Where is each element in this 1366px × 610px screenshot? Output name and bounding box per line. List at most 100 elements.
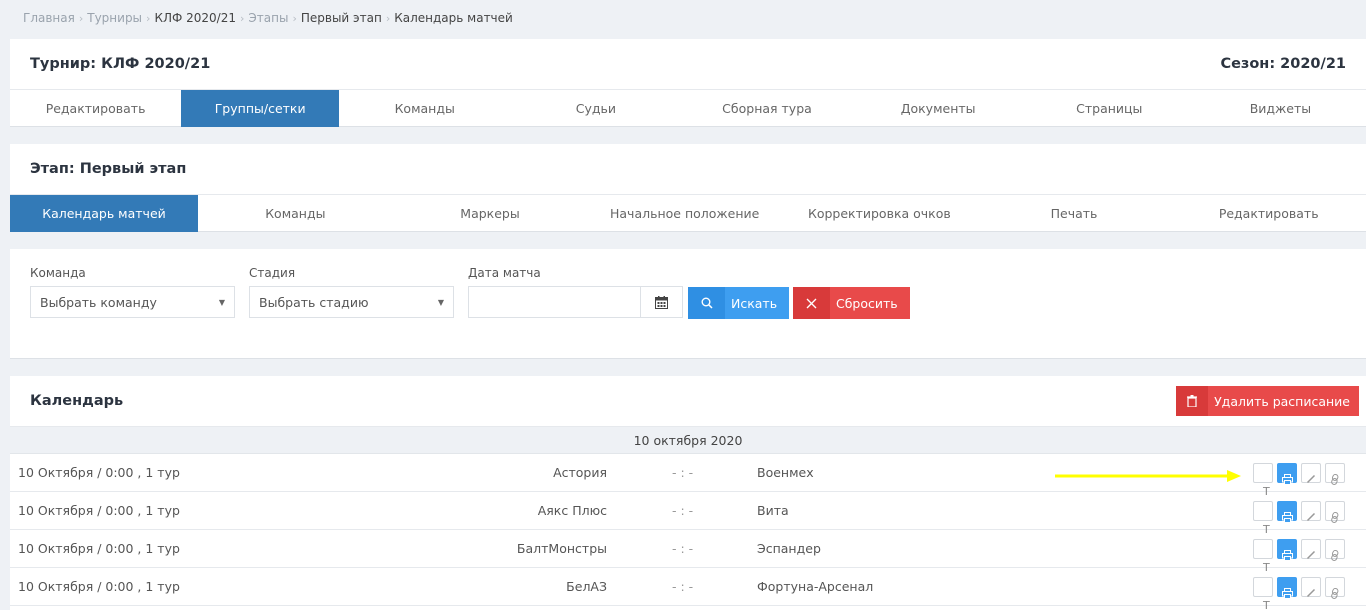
away-team[interactable]: Вита xyxy=(757,503,789,518)
link-icon xyxy=(1330,473,1340,488)
tab-stage-teams[interactable]: Команды xyxy=(198,195,393,232)
chevron-right-icon: › xyxy=(78,12,84,25)
home-team[interactable]: БалтМонстры xyxy=(517,541,607,556)
edit-button[interactable] xyxy=(1301,463,1321,484)
tab-print[interactable]: Печать xyxy=(977,195,1172,232)
tab-stage-edit[interactable]: Редактировать xyxy=(1171,195,1366,232)
print-icon xyxy=(1281,550,1293,564)
link-button[interactable] xyxy=(1325,577,1345,599)
stage-tabs: Календарь матчей Команды Маркеры Начальн… xyxy=(10,195,1366,232)
tab-edit[interactable]: Редактировать xyxy=(10,90,181,127)
stage-card: Этап: Первый этап Календарь матчей Коман… xyxy=(10,144,1366,232)
caret-down-icon: ▼ xyxy=(218,297,225,307)
close-icon xyxy=(793,287,830,319)
tab-teams[interactable]: Команды xyxy=(339,90,510,127)
date-picker xyxy=(468,286,683,318)
match-date: 10 Октября / 0:00 , 1 тур xyxy=(18,503,180,518)
match-score: - : - xyxy=(672,465,694,480)
tab-pages[interactable]: Страницы xyxy=(1024,90,1195,127)
print-button[interactable] xyxy=(1277,463,1297,485)
match-actions: T xyxy=(1253,539,1345,574)
chevron-right-icon: › xyxy=(385,12,391,25)
calendar-button[interactable] xyxy=(640,287,682,317)
breadcrumb-tournament[interactable]: КЛФ 2020/21 xyxy=(154,11,236,25)
annotation-arrow-icon xyxy=(1055,470,1241,482)
edit-icon xyxy=(1306,550,1316,563)
team-filter-label: Команда xyxy=(30,266,86,280)
match-actions: T xyxy=(1253,577,1345,610)
link-button[interactable] xyxy=(1325,539,1345,561)
tab-documents[interactable]: Документы xyxy=(853,90,1024,127)
search-button-label: Искать xyxy=(731,295,778,311)
tab-groups[interactable]: Группы/сетки xyxy=(181,90,340,127)
chevron-right-icon: › xyxy=(292,12,297,25)
season-label: Сезон: 2020/21 xyxy=(1220,56,1346,72)
text-button[interactable]: T xyxy=(1253,539,1273,574)
away-team[interactable]: Эспандер xyxy=(757,541,821,556)
home-team[interactable]: Астория xyxy=(553,465,607,480)
print-icon xyxy=(1281,474,1293,488)
search-icon xyxy=(688,287,725,319)
print-icon xyxy=(1281,512,1293,526)
tab-initial-position[interactable]: Начальное положение xyxy=(587,195,782,232)
match-score: - : - xyxy=(672,503,694,518)
print-icon xyxy=(1281,588,1293,602)
edit-icon xyxy=(1306,512,1316,525)
text-button[interactable]: T xyxy=(1253,463,1273,498)
match-actions: T xyxy=(1253,463,1345,498)
date-group-label: 10 октября 2020 xyxy=(633,432,743,448)
delete-schedule-button[interactable]: Удалить расписание xyxy=(1176,386,1359,416)
search-button[interactable]: Искать xyxy=(688,287,789,319)
team-filter: Команда Выбрать команду ▼ xyxy=(30,266,235,318)
reset-button-label: Сбросить xyxy=(836,295,898,311)
stage-select-value: Выбрать стадию xyxy=(259,294,369,310)
tab-match-calendar[interactable]: Календарь матчей xyxy=(10,195,198,232)
calendar-card: Календарь Удалить расписание 10 октября … xyxy=(10,376,1366,610)
stage-filter-label: Стадия xyxy=(249,266,296,280)
away-team[interactable]: Военмех xyxy=(757,465,814,480)
text-button[interactable]: T xyxy=(1253,577,1273,610)
tab-referees[interactable]: Судьи xyxy=(510,90,681,127)
link-icon xyxy=(1330,511,1340,526)
tournament-card: Турнир: КЛФ 2020/21 Сезон: 2020/21 Редак… xyxy=(10,39,1366,127)
tab-markers[interactable]: Маркеры xyxy=(393,195,588,232)
breadcrumb-stages[interactable]: Этапы xyxy=(248,11,288,25)
home-team[interactable]: БелАЗ xyxy=(566,579,607,594)
breadcrumb-stage[interactable]: Первый этап xyxy=(301,11,382,25)
match-row: 10 Октября / 0:00 , 1 тур Аякс Плюс - : - В… xyxy=(10,492,1366,536)
stage-select[interactable]: Выбрать стадию ▼ xyxy=(249,286,454,318)
match-row: 10 Октября / 0:00 , 1 тур БалтМонстры - : … xyxy=(10,530,1366,574)
edit-button[interactable] xyxy=(1301,577,1321,598)
chevron-right-icon: › xyxy=(240,12,245,25)
away-team[interactable]: Фортуна-Арсенал xyxy=(757,579,873,594)
match-score: - : - xyxy=(672,579,694,594)
calendar-header: Календарь Удалить расписание xyxy=(10,376,1366,427)
breadcrumb-tournaments[interactable]: Турниры xyxy=(87,11,142,25)
date-filter-label: Дата матча xyxy=(468,266,541,280)
tab-points-adjustment[interactable]: Корректировка очков xyxy=(782,195,977,232)
tab-widgets[interactable]: Виджеты xyxy=(1195,90,1366,127)
edit-button[interactable] xyxy=(1301,539,1321,560)
team-select[interactable]: Выбрать команду ▼ xyxy=(30,286,235,318)
link-button[interactable] xyxy=(1325,501,1345,523)
breadcrumb-home[interactable]: Главная xyxy=(23,11,75,25)
print-button[interactable] xyxy=(1277,501,1297,523)
print-button[interactable] xyxy=(1277,539,1297,561)
filter-card: Команда Выбрать команду ▼ Стадия Выбрать… xyxy=(10,249,1366,359)
link-icon xyxy=(1330,549,1340,564)
reset-button[interactable]: Сбросить xyxy=(793,287,910,319)
stage-filter: Стадия Выбрать стадию ▼ xyxy=(249,266,454,318)
match-score: - : - xyxy=(672,541,694,556)
calendar-icon xyxy=(655,295,668,309)
print-button[interactable] xyxy=(1277,577,1297,599)
home-team[interactable]: Аякс Плюс xyxy=(538,503,607,518)
stage-header: Этап: Первый этап xyxy=(10,144,1366,195)
tab-team-of-round[interactable]: Сборная тура xyxy=(681,90,852,127)
date-input[interactable] xyxy=(469,287,640,317)
match-date: 10 Октября / 0:00 , 1 тур xyxy=(18,541,180,556)
link-button[interactable] xyxy=(1325,463,1345,485)
edit-button[interactable] xyxy=(1301,501,1321,522)
calendar-title: Календарь xyxy=(30,393,124,409)
edit-icon xyxy=(1306,474,1316,487)
text-button[interactable]: T xyxy=(1253,501,1273,536)
